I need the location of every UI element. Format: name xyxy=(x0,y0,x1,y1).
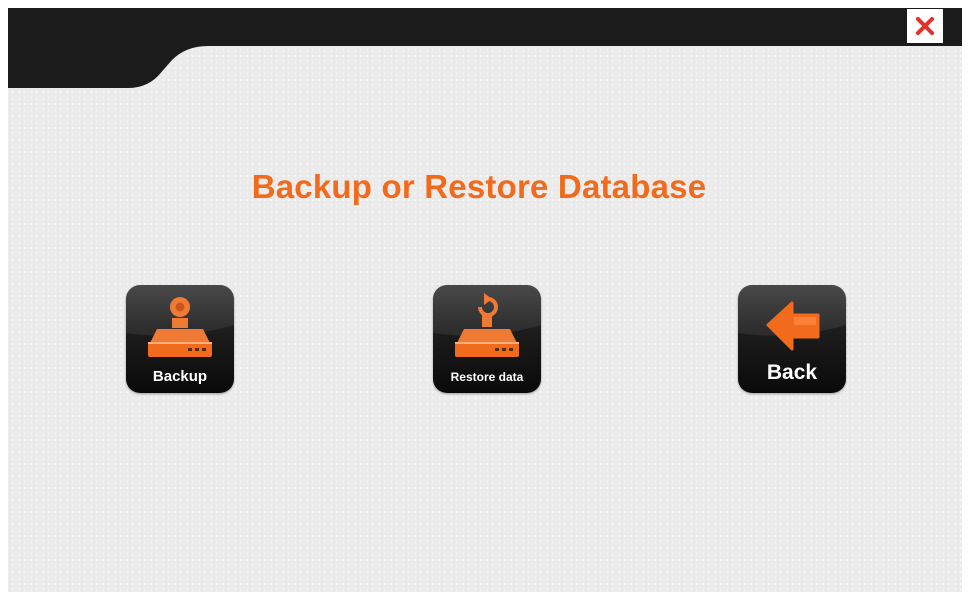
back-label: Back xyxy=(766,361,818,384)
app-window: Backup or Restore Database Backup Restor… xyxy=(8,8,962,592)
top-bar xyxy=(8,8,962,88)
restore-data-button[interactable]: Restore data xyxy=(433,285,541,393)
backup-button[interactable]: Backup xyxy=(126,285,234,393)
backup-label: Backup xyxy=(152,368,208,385)
back-button[interactable]: Back xyxy=(738,285,846,393)
restore-data-label: Restore data xyxy=(450,370,524,384)
close-button[interactable] xyxy=(907,9,943,43)
close-icon xyxy=(916,17,934,35)
page-title: Backup or Restore Database xyxy=(251,168,707,205)
